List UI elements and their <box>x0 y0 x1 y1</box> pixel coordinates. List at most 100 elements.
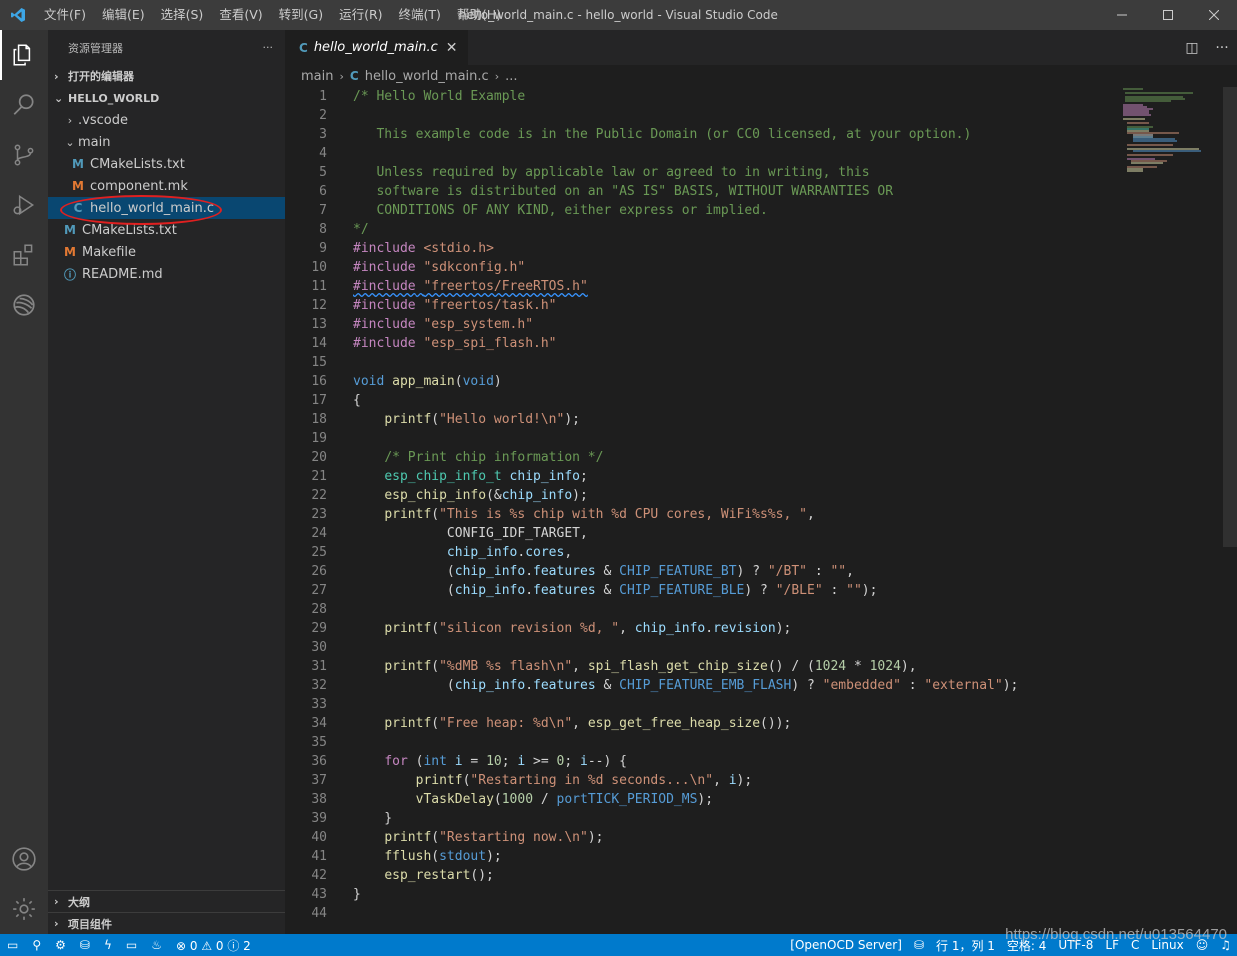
menu-terminal[interactable]: 终端(T) <box>391 0 449 30</box>
breadcrumb-file[interactable]: hello_world_main.c <box>365 69 489 84</box>
menu-help[interactable]: 帮助(H) <box>449 0 509 30</box>
minimize-button[interactable] <box>1099 0 1145 30</box>
menu-edit[interactable]: 编辑(E) <box>94 0 153 30</box>
menu-file[interactable]: 文件(F) <box>36 0 94 30</box>
code-line: 24 CONFIG_IDF_TARGET, <box>285 524 1125 543</box>
code-line: 41 fflush(stdout); <box>285 847 1125 866</box>
line-number: 28 <box>311 602 327 617</box>
menu-bar: 文件(F) 编辑(E) 选择(S) 查看(V) 转到(G) 运行(R) 终端(T… <box>36 0 509 30</box>
gear-icon[interactable]: ⚙ <box>48 938 73 952</box>
code-line: 23 printf("This is %s chip with %d CPU c… <box>285 505 1125 524</box>
line-number: 40 <box>311 830 327 845</box>
line-number: 19 <box>311 431 327 446</box>
run-debug-icon[interactable] <box>0 180 48 230</box>
code-line: 8 */ <box>285 220 1125 239</box>
make-file-icon: M <box>72 179 84 193</box>
close-icon[interactable]: ✕ <box>446 40 458 56</box>
monitor-icon[interactable]: ▭ <box>119 938 144 952</box>
maximize-button[interactable] <box>1145 0 1191 30</box>
menu-selection[interactable]: 选择(S) <box>153 0 212 30</box>
code-line: 32 (chip_info.features & CHIP_FEATURE_EM… <box>285 676 1125 695</box>
code-line: 9 #include <stdio.h> <box>285 239 1125 258</box>
title-bar: 文件(F) 编辑(E) 选择(S) 查看(V) 转到(G) 运行(R) 终端(T… <box>0 0 1237 30</box>
line-number: 25 <box>311 545 327 560</box>
code-line: 13 #include "esp_system.h" <box>285 315 1125 334</box>
scrollbar-thumb[interactable] <box>1223 87 1237 547</box>
plug-icon[interactable]: ⚲ <box>25 938 48 952</box>
line-number: 10 <box>311 260 327 275</box>
chevron-right-icon: › <box>494 69 500 83</box>
search-icon[interactable] <box>0 80 48 130</box>
code-line: 26 (chip_info.features & CHIP_FEATURE_BT… <box>285 562 1125 581</box>
code-line: 1/* Hello World Example <box>285 87 1125 106</box>
breadcrumb-symbol[interactable]: ... <box>505 69 517 84</box>
code-editor[interactable]: 1/* Hello World Example 2 3 This example… <box>285 87 1125 923</box>
close-button[interactable] <box>1191 0 1237 30</box>
more-actions-icon[interactable]: ··· <box>1207 40 1237 56</box>
problems-indicator[interactable]: ⊗ 0 ⚠ 0 ⓘ 2 <box>169 937 258 954</box>
account-icon[interactable] <box>0 834 48 884</box>
flame-icon[interactable]: ♨ <box>144 938 169 952</box>
line-number: 32 <box>311 678 327 693</box>
menu-view[interactable]: 查看(V) <box>211 0 270 30</box>
line-number: 42 <box>311 868 327 883</box>
code-line: 4 <box>285 144 1125 163</box>
remote-icon[interactable] <box>0 280 48 330</box>
tree-file-cmakelists-main[interactable]: M CMakeLists.txt <box>48 153 285 175</box>
window-controls <box>1099 0 1237 30</box>
line-number: 15 <box>311 355 327 370</box>
open-editors-section[interactable]: › 打开的编辑器 <box>48 65 285 87</box>
line-number: 2 <box>319 108 327 123</box>
extensions-icon[interactable] <box>0 230 48 280</box>
tab-hello-world-main[interactable]: C hello_world_main.c ✕ <box>285 30 468 65</box>
code-line: 38 vTaskDelay(1000 / portTICK_PERIOD_MS)… <box>285 790 1125 809</box>
more-actions-button[interactable]: ··· <box>263 41 274 54</box>
tab-label: hello_world_main.c <box>313 40 438 55</box>
code-line: 7 CONDITIONS OF ANY KIND, either express… <box>285 201 1125 220</box>
line-number: 44 <box>311 906 327 921</box>
tree-file-makefile[interactable]: M Makefile <box>48 241 285 263</box>
info-icon: ⓘ <box>63 267 76 282</box>
menu-go[interactable]: 转到(G) <box>271 0 331 30</box>
openocd-status[interactable]: [OpenOCD Server] <box>784 938 908 952</box>
activity-bar <box>0 30 48 934</box>
tree-file-component-mk[interactable]: M component.mk <box>48 175 285 197</box>
line-number: 3 <box>319 127 327 142</box>
line-number: 27 <box>311 583 327 598</box>
code-line: 6 software is distributed on an "AS IS" … <box>285 182 1125 201</box>
database-icon[interactable]: ⛁ <box>73 938 97 952</box>
project-section[interactable]: ⌄ HELLO_WORLD <box>48 87 285 109</box>
tree-file-readme[interactable]: ⓘ README.md <box>48 263 285 285</box>
line-number: 41 <box>311 849 327 864</box>
code-line: 21 esp_chip_info_t chip_info; <box>285 467 1125 486</box>
database-icon[interactable]: ⛁ <box>908 938 930 952</box>
tree-folder-vscode[interactable]: › .vscode <box>48 109 285 131</box>
split-editor-icon[interactable]: ◫ <box>1177 40 1207 56</box>
line-number: 12 <box>311 298 327 313</box>
outline-section[interactable]: › 大纲 <box>48 890 285 912</box>
code-line: 43} <box>285 885 1125 904</box>
code-line: 40 printf("Restarting now.\n"); <box>285 828 1125 847</box>
code-line: 44 <box>285 904 1125 923</box>
cursor-position[interactable]: 行 1，列 1 <box>930 937 1001 954</box>
code-line: 11 #include "freertos/FreeRTOS.h" <box>285 277 1125 296</box>
project-components-section[interactable]: › 项目组件 <box>48 912 285 934</box>
line-number: 34 <box>311 716 327 731</box>
line-number: 24 <box>311 526 327 541</box>
line-number: 30 <box>311 640 327 655</box>
project-label: HELLO_WORLD <box>68 91 160 105</box>
line-number: 39 <box>311 811 327 826</box>
gear-icon[interactable] <box>0 884 48 934</box>
code-line: 42 esp_restart(); <box>285 866 1125 885</box>
explorer-icon[interactable] <box>0 30 48 80</box>
minimap[interactable] <box>1123 87 1223 207</box>
tree-folder-main[interactable]: ⌄ main <box>48 131 285 153</box>
folder-icon[interactable]: ▭ <box>0 938 25 952</box>
line-number: 33 <box>311 697 327 712</box>
vertical-scrollbar[interactable] <box>1223 87 1237 934</box>
menu-run[interactable]: 运行(R) <box>331 0 390 30</box>
line-number: 9 <box>319 241 327 256</box>
flash-icon[interactable]: ϟ <box>97 938 119 952</box>
source-control-icon[interactable] <box>0 130 48 180</box>
breadcrumb-folder[interactable]: main <box>301 69 333 84</box>
